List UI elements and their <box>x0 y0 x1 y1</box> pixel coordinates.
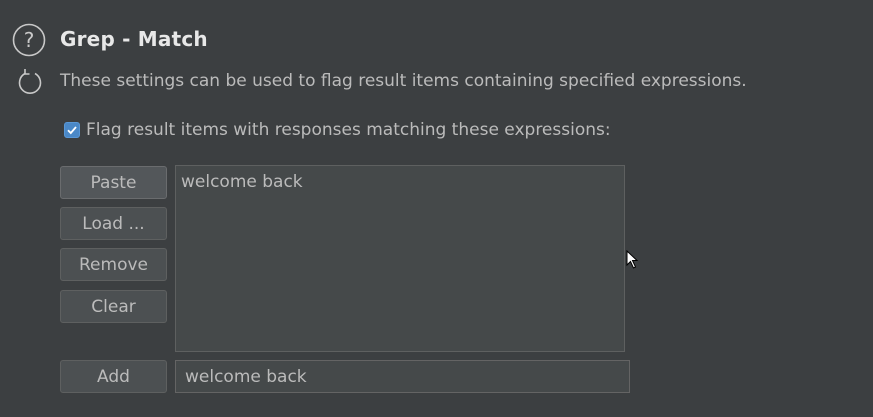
mouse-pointer-icon <box>626 250 639 269</box>
clear-button[interactable]: Clear <box>60 290 167 323</box>
help-circle-icon[interactable]: ? <box>12 23 46 57</box>
checkmark-icon <box>67 126 77 135</box>
svg-text:?: ? <box>24 28 35 52</box>
load-button[interactable]: Load ... <box>60 207 167 240</box>
expressions-list[interactable]: welcome back <box>175 165 625 352</box>
flag-result-items-checkbox-row[interactable]: Flag result items with responses matchin… <box>64 120 611 140</box>
add-expression-input[interactable] <box>175 360 630 393</box>
flag-result-items-checkbox[interactable] <box>64 122 80 138</box>
paste-button[interactable]: Paste <box>60 166 167 199</box>
add-button[interactable]: Add <box>60 360 167 393</box>
section-title: Grep - Match <box>60 27 208 51</box>
flag-result-items-label: Flag result items with responses matchin… <box>86 120 611 140</box>
refresh-icon[interactable] <box>14 66 46 98</box>
remove-button[interactable]: Remove <box>60 248 167 281</box>
section-description: These settings can be used to flag resul… <box>60 71 747 91</box>
grep-match-panel: ? Grep - Match These settings can be use… <box>0 0 873 417</box>
list-item[interactable]: welcome back <box>176 166 624 192</box>
